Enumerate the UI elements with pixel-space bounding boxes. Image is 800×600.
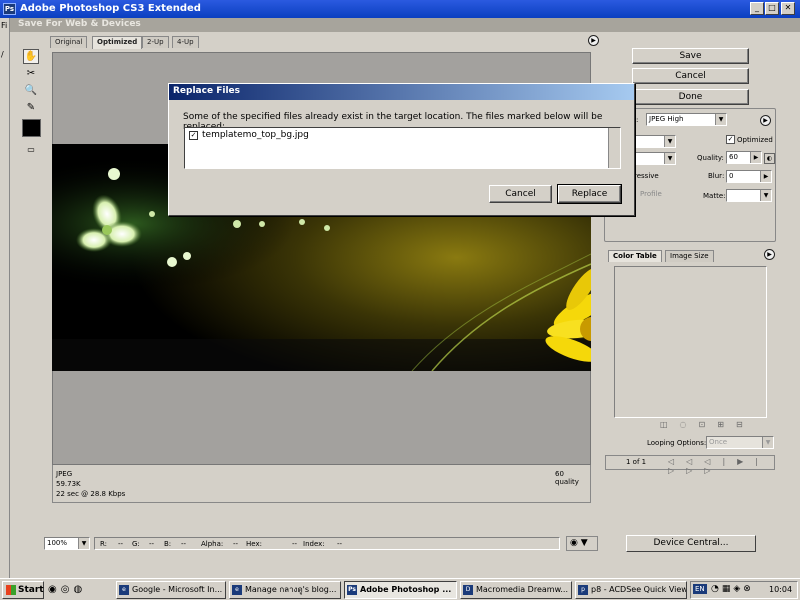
quick-launch-icons[interactable]: ◉◎◍ bbox=[48, 583, 108, 597]
photoshop-icon: Ps bbox=[3, 3, 16, 15]
preview-format: JPEG bbox=[56, 470, 73, 478]
preset-select[interactable]: JPEG High ▼ bbox=[646, 113, 727, 126]
tab-4-up[interactable]: 4-Up bbox=[172, 36, 199, 48]
preview-quality: 60 quality bbox=[555, 470, 579, 486]
replace-files-dialog: Replace Files Some of the specified file… bbox=[168, 83, 635, 216]
preview-size: 59.73K bbox=[56, 480, 81, 488]
file-checkbox[interactable]: ✓ bbox=[189, 131, 198, 140]
tab-2-up[interactable]: 2-Up bbox=[142, 36, 169, 48]
frame-counter: 1 of 1 bbox=[626, 458, 647, 466]
looping-select[interactable]: Once ▼ bbox=[706, 436, 774, 449]
toggle-slices-icon[interactable]: ▭ bbox=[23, 143, 39, 158]
zoom-tool-icon[interactable]: 🔍 bbox=[23, 84, 39, 99]
close-button[interactable]: ✕ bbox=[781, 2, 795, 15]
replace-button[interactable]: Replace bbox=[557, 184, 622, 204]
tab-optimized[interactable]: Optimized bbox=[92, 36, 143, 49]
looping-options-label: Looping Options: bbox=[647, 439, 707, 447]
replace-cancel-button[interactable]: Cancel bbox=[489, 185, 552, 203]
preview-info: JPEG 59.73K 22 sec @ 28.8 Kbps 60 qualit… bbox=[52, 465, 591, 503]
start-button[interactable]: Start bbox=[2, 581, 44, 599]
quality-input[interactable]: 60 ▶ bbox=[726, 151, 762, 164]
app-titlebar: Ps Adobe Photoshop CS3 Extended _ □ ✕ bbox=[0, 0, 800, 18]
animation-controls: 1 of 1 ◁◁◁|▶|▷▷▷ bbox=[605, 455, 775, 475]
blur-input[interactable]: 0 ▶ bbox=[726, 170, 772, 183]
task-acdsee[interactable]: p p8 - ACDSee Quick View bbox=[575, 581, 687, 599]
app-title: Adobe Photoshop CS3 Extended bbox=[20, 3, 201, 14]
optimized-label: Optimized bbox=[737, 136, 773, 144]
menu-fragment[interactable]: Fi bbox=[1, 21, 7, 30]
task-dreamweaver[interactable]: D Macromedia Dreamw... bbox=[460, 581, 572, 599]
taskbar: Start ◉◎◍ e Google - Microsoft In... e Man… bbox=[0, 578, 800, 600]
file-name: templatemo_top_bg.jpg bbox=[202, 130, 309, 140]
tab-original[interactable]: Original bbox=[50, 36, 88, 48]
replace-dialog-title: Replace Files bbox=[169, 84, 634, 100]
system-tray: EN ◔▦◈⊗ 10:04 bbox=[690, 581, 798, 599]
settings-menu-icon[interactable]: ▶ bbox=[760, 115, 771, 126]
clock: 10:04 bbox=[769, 585, 793, 594]
preset-label: : bbox=[636, 116, 639, 124]
language-indicator[interactable]: EN bbox=[693, 584, 707, 594]
color-table-tools[interactable]: ◫◌⊡⊞⊟ bbox=[660, 420, 755, 429]
matte-select[interactable]: ▼ bbox=[726, 189, 772, 202]
windows-logo-icon bbox=[6, 585, 16, 595]
quality-label: Quality: bbox=[697, 154, 724, 162]
preview-menu-icon[interactable]: ▶ bbox=[588, 35, 599, 46]
playback-buttons[interactable]: ◁◁◁|▶|▷▷▷ bbox=[668, 457, 774, 475]
minimize-button[interactable]: _ bbox=[750, 2, 764, 15]
cancel-button[interactable]: Cancel bbox=[632, 68, 749, 84]
save-button[interactable]: Save bbox=[632, 48, 749, 64]
optimized-checkbox[interactable]: ✓ bbox=[726, 135, 735, 144]
profile-label: Profile bbox=[640, 190, 662, 198]
hand-tool-icon[interactable]: ✋ bbox=[23, 49, 39, 64]
maximize-button[interactable]: □ bbox=[765, 2, 779, 15]
file-list[interactable]: ✓ templatemo_top_bg.jpg bbox=[184, 127, 621, 169]
dialog-title: Save For Web & Devices bbox=[18, 19, 141, 29]
progressive-label: ressive bbox=[634, 172, 659, 180]
slice-select-tool-icon[interactable]: ✂ bbox=[23, 67, 39, 82]
task-google-ie[interactable]: e Google - Microsoft In... bbox=[116, 581, 226, 599]
zoom-select[interactable]: 100% ▼ bbox=[44, 537, 90, 550]
blur-label: Blur: bbox=[708, 172, 725, 180]
preview-time: 22 sec @ 28.8 Kbps bbox=[56, 490, 126, 498]
app-menu-strip: Fi / bbox=[0, 18, 10, 578]
save-for-web-titlebar: Save For Web & Devices bbox=[10, 18, 800, 32]
file-list-scrollbar[interactable] bbox=[608, 128, 620, 168]
device-central-button[interactable]: Device Central... bbox=[626, 535, 756, 552]
tray-icons[interactable]: ◔▦◈⊗ bbox=[711, 584, 754, 594]
menu-fragment[interactable]: / bbox=[1, 50, 4, 59]
task-manage-blog[interactable]: e Manage กลางดู's blog... bbox=[229, 581, 341, 599]
color-table-menu-icon[interactable]: ▶ bbox=[764, 249, 775, 260]
browser-preview-icon[interactable]: ◉ ▼ bbox=[566, 536, 598, 551]
tab-image-size[interactable]: Image Size bbox=[665, 250, 714, 262]
task-photoshop[interactable]: Ps Adobe Photoshop ... bbox=[344, 581, 457, 599]
matte-label: Matte: bbox=[703, 192, 726, 200]
done-button[interactable]: Done bbox=[632, 89, 749, 105]
eyedropper-tool-icon[interactable]: ✎ bbox=[23, 101, 39, 116]
format-select[interactable]: ▼ bbox=[630, 135, 676, 148]
quality-channel-icon[interactable]: ◐ bbox=[764, 153, 775, 164]
color-readout bbox=[94, 537, 560, 550]
eyedropper-color-icon[interactable] bbox=[22, 119, 41, 137]
tab-color-table[interactable]: Color Table bbox=[608, 250, 662, 262]
compression-select[interactable]: ▼ bbox=[630, 152, 676, 165]
color-table[interactable] bbox=[614, 266, 767, 418]
